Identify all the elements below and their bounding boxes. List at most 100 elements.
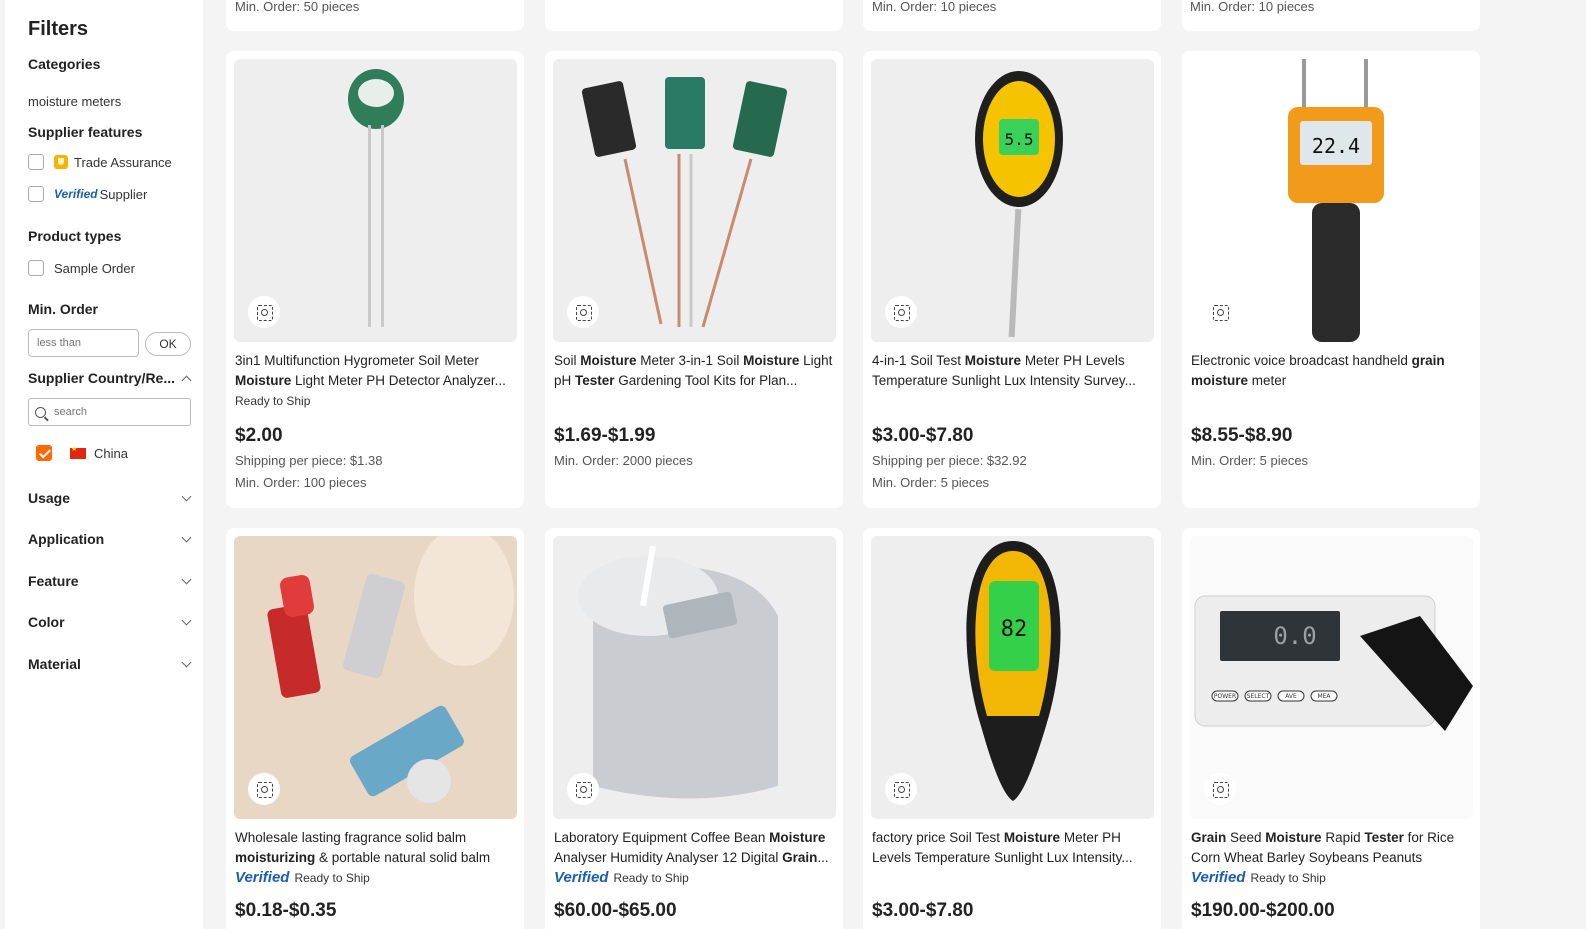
product-card-partial[interactable]: Min. Order: 10 pieces	[1182, 0, 1480, 31]
three-soil-meters-image	[581, 77, 788, 328]
min-order-text: Min. Order: 5 pieces	[872, 475, 990, 490]
image-search-icon[interactable]	[567, 296, 599, 328]
mea-key-label: MEA	[1317, 693, 1331, 700]
product-price: $8.55-$8.90	[1191, 425, 1293, 446]
product-card[interactable]: 0.0 POWER SELECT AVE MEA Grain Seed Mois…	[1182, 528, 1480, 929]
application-section[interactable]: Application	[28, 531, 104, 547]
product-image[interactable]	[234, 59, 517, 342]
product-card[interactable]: 22.4 Electronic voice broadcast handheld…	[1182, 51, 1480, 508]
product-image[interactable]: 82	[871, 536, 1154, 819]
product-title[interactable]: Soil Moisture Meter 3-in-1 Soil Moisture…	[554, 351, 836, 391]
product-price: $190.00-$200.00	[1191, 900, 1335, 921]
green-lcd-meter-image: 82	[966, 541, 1061, 801]
product-card[interactable]: Laboratory Equipment Coffee Bean Moistur…	[545, 528, 843, 929]
power-key-label: POWER	[1214, 693, 1236, 700]
product-title[interactable]: Wholesale lasting fragrance solid balm m…	[235, 828, 517, 868]
sample-order-checkbox[interactable]	[28, 260, 44, 276]
coffee-bean-analyser-image	[578, 545, 778, 799]
grain-moisture-meter-image: 22.4	[1288, 59, 1384, 342]
product-title[interactable]: 3in1 Multifunction Hygrometer Soil Meter…	[235, 351, 517, 391]
verified-supplier-checkbox[interactable]	[28, 186, 44, 202]
ready-to-ship-row: Verified Ready to Ship	[1191, 869, 1326, 886]
product-title[interactable]: Grain Seed Moisture Rapid Tester for Ric…	[1191, 828, 1473, 868]
image-search-icon[interactable]	[1204, 296, 1236, 328]
meter-readout: 82	[1001, 617, 1028, 642]
trade-assurance-checkbox[interactable]	[28, 154, 44, 170]
product-card-partial[interactable]: Min. Order: 50 pieces	[226, 0, 524, 31]
china-flag-icon	[70, 445, 86, 459]
image-search-icon[interactable]	[248, 773, 280, 805]
product-title[interactable]: Laboratory Equipment Coffee Bean Moistur…	[554, 828, 836, 868]
yellow-probe-meter-image: 5.5	[975, 71, 1063, 338]
filters-sidebar: Filters Categories moisture meters Suppl…	[5, 0, 203, 929]
min-order-input[interactable]	[28, 329, 139, 357]
ready-to-ship: Ready to Ship	[613, 870, 689, 885]
product-image[interactable]: 0.0 POWER SELECT AVE MEA	[1190, 536, 1473, 819]
ave-key-label: AVE	[1285, 693, 1297, 700]
verified-badge-icon: Verified	[554, 869, 609, 886]
product-image[interactable]	[553, 59, 836, 342]
min-order-ok-button[interactable]: OK	[145, 332, 191, 356]
product-image[interactable]	[234, 536, 517, 819]
lipstick-balms-image	[267, 536, 514, 803]
trade-assurance-icon	[54, 155, 68, 169]
product-price: $60.00-$65.00	[554, 900, 677, 921]
grain-seed-tester-image: 0.0 POWER SELECT AVE MEA	[1194, 595, 1473, 731]
product-types-heading: Product types	[28, 228, 122, 244]
sample-order-filter[interactable]: Sample Order	[28, 260, 135, 276]
product-card[interactable]: 5.5 4-in-1 Soil Test Moisture Meter PH L…	[863, 51, 1161, 508]
min-order-text: Min. Order: 10 pieces	[1190, 0, 1315, 14]
category-moisture-meters[interactable]: moisture meters	[28, 94, 121, 109]
image-search-icon[interactable]	[1204, 773, 1236, 805]
ready-to-ship: Ready to Ship	[294, 870, 370, 885]
product-title[interactable]: Electronic voice broadcast handheld grai…	[1191, 351, 1473, 391]
china-checkbox[interactable]	[36, 445, 52, 461]
ready-to-ship: Ready to Ship	[235, 394, 311, 408]
image-search-icon[interactable]	[567, 773, 599, 805]
min-order-text: Min. Order: 10 pieces	[872, 0, 997, 14]
product-image[interactable]	[553, 536, 836, 819]
select-key-label: SELECT	[1247, 693, 1270, 700]
product-title[interactable]: factory price Soil Test Moisture Meter P…	[872, 828, 1154, 868]
product-title[interactable]: 4-in-1 Soil Test Moisture Meter PH Level…	[872, 351, 1154, 391]
usage-section[interactable]: Usage	[28, 490, 70, 506]
feature-section[interactable]: Feature	[28, 573, 79, 589]
product-card[interactable]: 82 factory price Soil Test Moisture Mete…	[863, 528, 1161, 929]
categories-heading: Categories	[28, 56, 101, 72]
verified-supplier-label: Supplier	[99, 186, 148, 202]
verified-supplier-filter[interactable]: Verified Supplier	[28, 186, 147, 202]
country-china-filter[interactable]: China	[36, 445, 128, 461]
meter-readout: 0.0	[1273, 622, 1316, 650]
product-price: $0.18-$0.35	[235, 900, 337, 921]
product-card[interactable]: 3in1 Multifunction Hygrometer Soil Meter…	[226, 51, 524, 508]
trade-assurance-filter[interactable]: Trade Assurance	[28, 154, 172, 170]
min-order-text: Min. Order: 100 pieces	[235, 475, 367, 490]
image-search-icon[interactable]	[248, 296, 280, 328]
product-card[interactable]: Soil Moisture Meter 3-in-1 Soil Moisture…	[545, 51, 843, 508]
product-card-partial[interactable]	[545, 0, 843, 31]
ready-to-ship: Ready to Ship	[1250, 870, 1326, 885]
image-search-icon[interactable]	[885, 296, 917, 328]
verified-badge-icon: Verified	[235, 869, 290, 886]
ready-to-ship-row: Verified Ready to Ship	[554, 869, 689, 886]
search-icon	[35, 406, 46, 418]
sample-order-label: Sample Order	[54, 260, 135, 276]
country-search-box[interactable]	[28, 398, 191, 426]
soil-meter-image	[348, 69, 404, 327]
product-price: $3.00-$7.80	[872, 900, 974, 921]
meter-readout: 22.4	[1312, 134, 1360, 158]
verified-badge-icon: Verified	[1191, 869, 1246, 886]
shipping-text: Shipping per piece: $32.92	[872, 453, 1027, 468]
supplier-country-heading[interactable]: Supplier Country/Re...	[28, 370, 175, 386]
product-card[interactable]: Wholesale lasting fragrance solid balm m…	[226, 528, 524, 929]
color-section[interactable]: Color	[28, 614, 65, 630]
product-image[interactable]: 5.5	[871, 59, 1154, 342]
product-image[interactable]: 22.4	[1190, 59, 1473, 342]
product-price: $1.69-$1.99	[554, 425, 656, 446]
material-section[interactable]: Material	[28, 656, 81, 672]
product-card-partial[interactable]: Min. Order: 10 pieces	[863, 0, 1161, 31]
image-search-icon[interactable]	[885, 773, 917, 805]
min-order-heading: Min. Order	[28, 301, 99, 317]
country-search-input[interactable]	[54, 406, 174, 418]
product-price: $2.00	[235, 425, 283, 446]
